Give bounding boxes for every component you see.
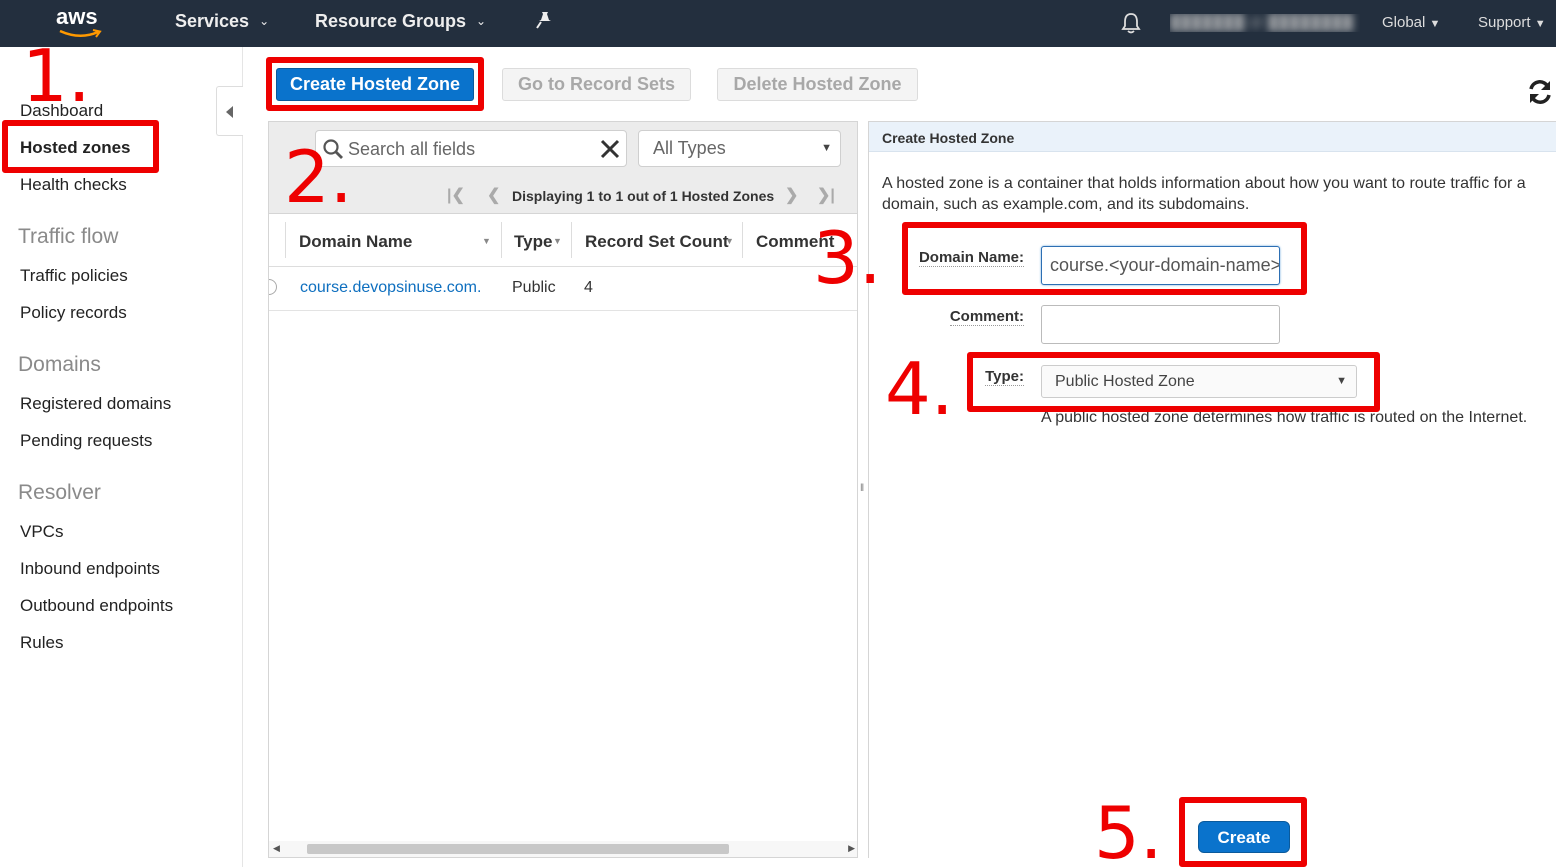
scroll-right-icon[interactable]: ▶ xyxy=(848,843,855,854)
sidebar-item-pending-requests[interactable]: Pending requests xyxy=(20,431,152,451)
sidebar-section-resolver: Resolver xyxy=(18,481,101,504)
zone-type-cell: Public xyxy=(512,279,556,296)
caret-down-icon: ▼ xyxy=(821,142,832,154)
comment-label: Comment: xyxy=(949,308,1024,326)
caret-down-icon: ▼ xyxy=(1429,18,1441,30)
table-row[interactable]: course.devopsinuse.com. Public 4 xyxy=(269,267,857,311)
type-filter-value: All Types xyxy=(653,138,726,158)
column-type[interactable]: Type xyxy=(514,232,552,252)
row-select-radio[interactable] xyxy=(269,279,277,295)
next-page-icon[interactable]: ❯ xyxy=(785,185,798,205)
pagination: |❮ ❮ Displaying 1 to 1 out of 1 Hosted Z… xyxy=(447,185,847,205)
sort-icon[interactable]: ▼ xyxy=(553,236,562,246)
record-count-cell: 4 xyxy=(584,279,593,296)
annotation-box-domain-name xyxy=(902,222,1307,295)
sidebar-item-registered-domains[interactable]: Registered domains xyxy=(20,394,171,414)
support-menu[interactable]: Support ▼ xyxy=(1478,14,1546,31)
sidebar-section-domains: Domains xyxy=(18,353,101,376)
prev-page-icon[interactable]: ❮ xyxy=(487,185,500,205)
type-filter-select[interactable]: All Types ▼ xyxy=(638,130,841,167)
annotation-box-type xyxy=(967,352,1380,412)
sidebar-item-health-checks[interactable]: Health checks xyxy=(20,175,127,195)
panel-resize-handle[interactable]: ‖ xyxy=(860,483,864,494)
scroll-thumb[interactable] xyxy=(307,844,729,854)
top-nav: aws Services ⌄ Resource Groups ⌄ ███████ @… xyxy=(0,0,1556,47)
annotation-box-hosted-zones xyxy=(2,120,159,173)
region-label: Global xyxy=(1382,14,1426,31)
caret-left-icon xyxy=(226,106,233,118)
caret-down-icon: ▼ xyxy=(1534,18,1546,30)
sort-icon[interactable]: ▼ xyxy=(482,236,491,246)
first-page-icon[interactable]: |❮ xyxy=(447,185,465,205)
step-5-annotation: 5. xyxy=(1094,791,1163,867)
column-divider xyxy=(501,222,502,258)
column-record-set-count[interactable]: Record Set Count xyxy=(585,232,729,252)
region-menu[interactable]: Global ▼ xyxy=(1382,14,1440,31)
bell-icon[interactable] xyxy=(1120,11,1142,35)
annotation-box-create-hosted-zone xyxy=(266,57,484,111)
column-divider xyxy=(742,222,743,258)
panel-title: Create Hosted Zone xyxy=(869,122,1556,152)
table-header: Domain Name ▼ Type ▼ Record Set Count ▼ … xyxy=(269,214,857,267)
filter-bar: All Types ▼ |❮ ❮ Displaying 1 to 1 out o… xyxy=(269,122,857,214)
panel-description: A hosted zone is a container that holds … xyxy=(882,175,1526,213)
sidebar-item-rules[interactable]: Rules xyxy=(20,633,63,653)
clear-icon[interactable] xyxy=(599,138,621,160)
domain-name-link[interactable]: course.devopsinuse.com. xyxy=(300,279,481,297)
chevron-down-icon: ⌄ xyxy=(259,14,270,28)
column-divider xyxy=(571,222,572,258)
sidebar-item-traffic-policies[interactable]: Traffic policies xyxy=(20,266,128,286)
sort-icon[interactable]: ▼ xyxy=(725,236,734,246)
services-menu[interactable]: Services ⌄ xyxy=(175,11,269,32)
pin-icon[interactable] xyxy=(536,11,554,31)
resource-groups-label: Resource Groups xyxy=(315,11,467,31)
account-menu[interactable]: ███████ @ ████████ xyxy=(1170,14,1360,32)
resource-groups-menu[interactable]: Resource Groups ⌄ xyxy=(315,11,486,32)
column-divider xyxy=(285,222,286,258)
column-domain-name[interactable]: Domain Name xyxy=(299,232,412,252)
sidebar-item-outbound-endpoints[interactable]: Outbound endpoints xyxy=(20,596,173,616)
delete-hosted-zone-button[interactable]: Delete Hosted Zone xyxy=(717,68,918,101)
step-2-annotation: 2. xyxy=(284,135,353,219)
sidebar-item-policy-records[interactable]: Policy records xyxy=(20,303,127,323)
sidebar-item-vpcs[interactable]: VPCs xyxy=(20,522,63,542)
logo-text: aws xyxy=(56,4,98,29)
sidebar-collapse-button[interactable] xyxy=(216,86,243,136)
step-3-annotation: 3. xyxy=(813,216,882,300)
services-label: Services xyxy=(175,11,250,31)
chevron-down-icon: ⌄ xyxy=(476,14,487,28)
go-to-record-sets-button[interactable]: Go to Record Sets xyxy=(502,68,691,101)
sidebar-section-traffic-flow: Traffic flow xyxy=(18,225,119,248)
search-input[interactable] xyxy=(348,135,588,163)
pagination-text: Displaying 1 to 1 out of 1 Hosted Zones xyxy=(512,188,775,204)
sidebar-item-inbound-endpoints[interactable]: Inbound endpoints xyxy=(20,559,160,579)
annotation-box-create xyxy=(1179,797,1307,867)
horizontal-scrollbar[interactable]: ◀ ▶ xyxy=(269,841,857,857)
refresh-icon[interactable] xyxy=(1526,78,1554,106)
comment-input[interactable] xyxy=(1041,305,1280,344)
step-4-annotation: 4. xyxy=(885,347,954,431)
hosted-zones-list: All Types ▼ |❮ ❮ Displaying 1 to 1 out o… xyxy=(268,121,858,858)
last-page-icon[interactable]: ❯| xyxy=(817,185,835,205)
step-1-annotation: 1. xyxy=(22,34,91,118)
support-label: Support xyxy=(1478,14,1531,31)
search-box[interactable] xyxy=(315,130,627,167)
scroll-left-icon[interactable]: ◀ xyxy=(273,843,280,854)
